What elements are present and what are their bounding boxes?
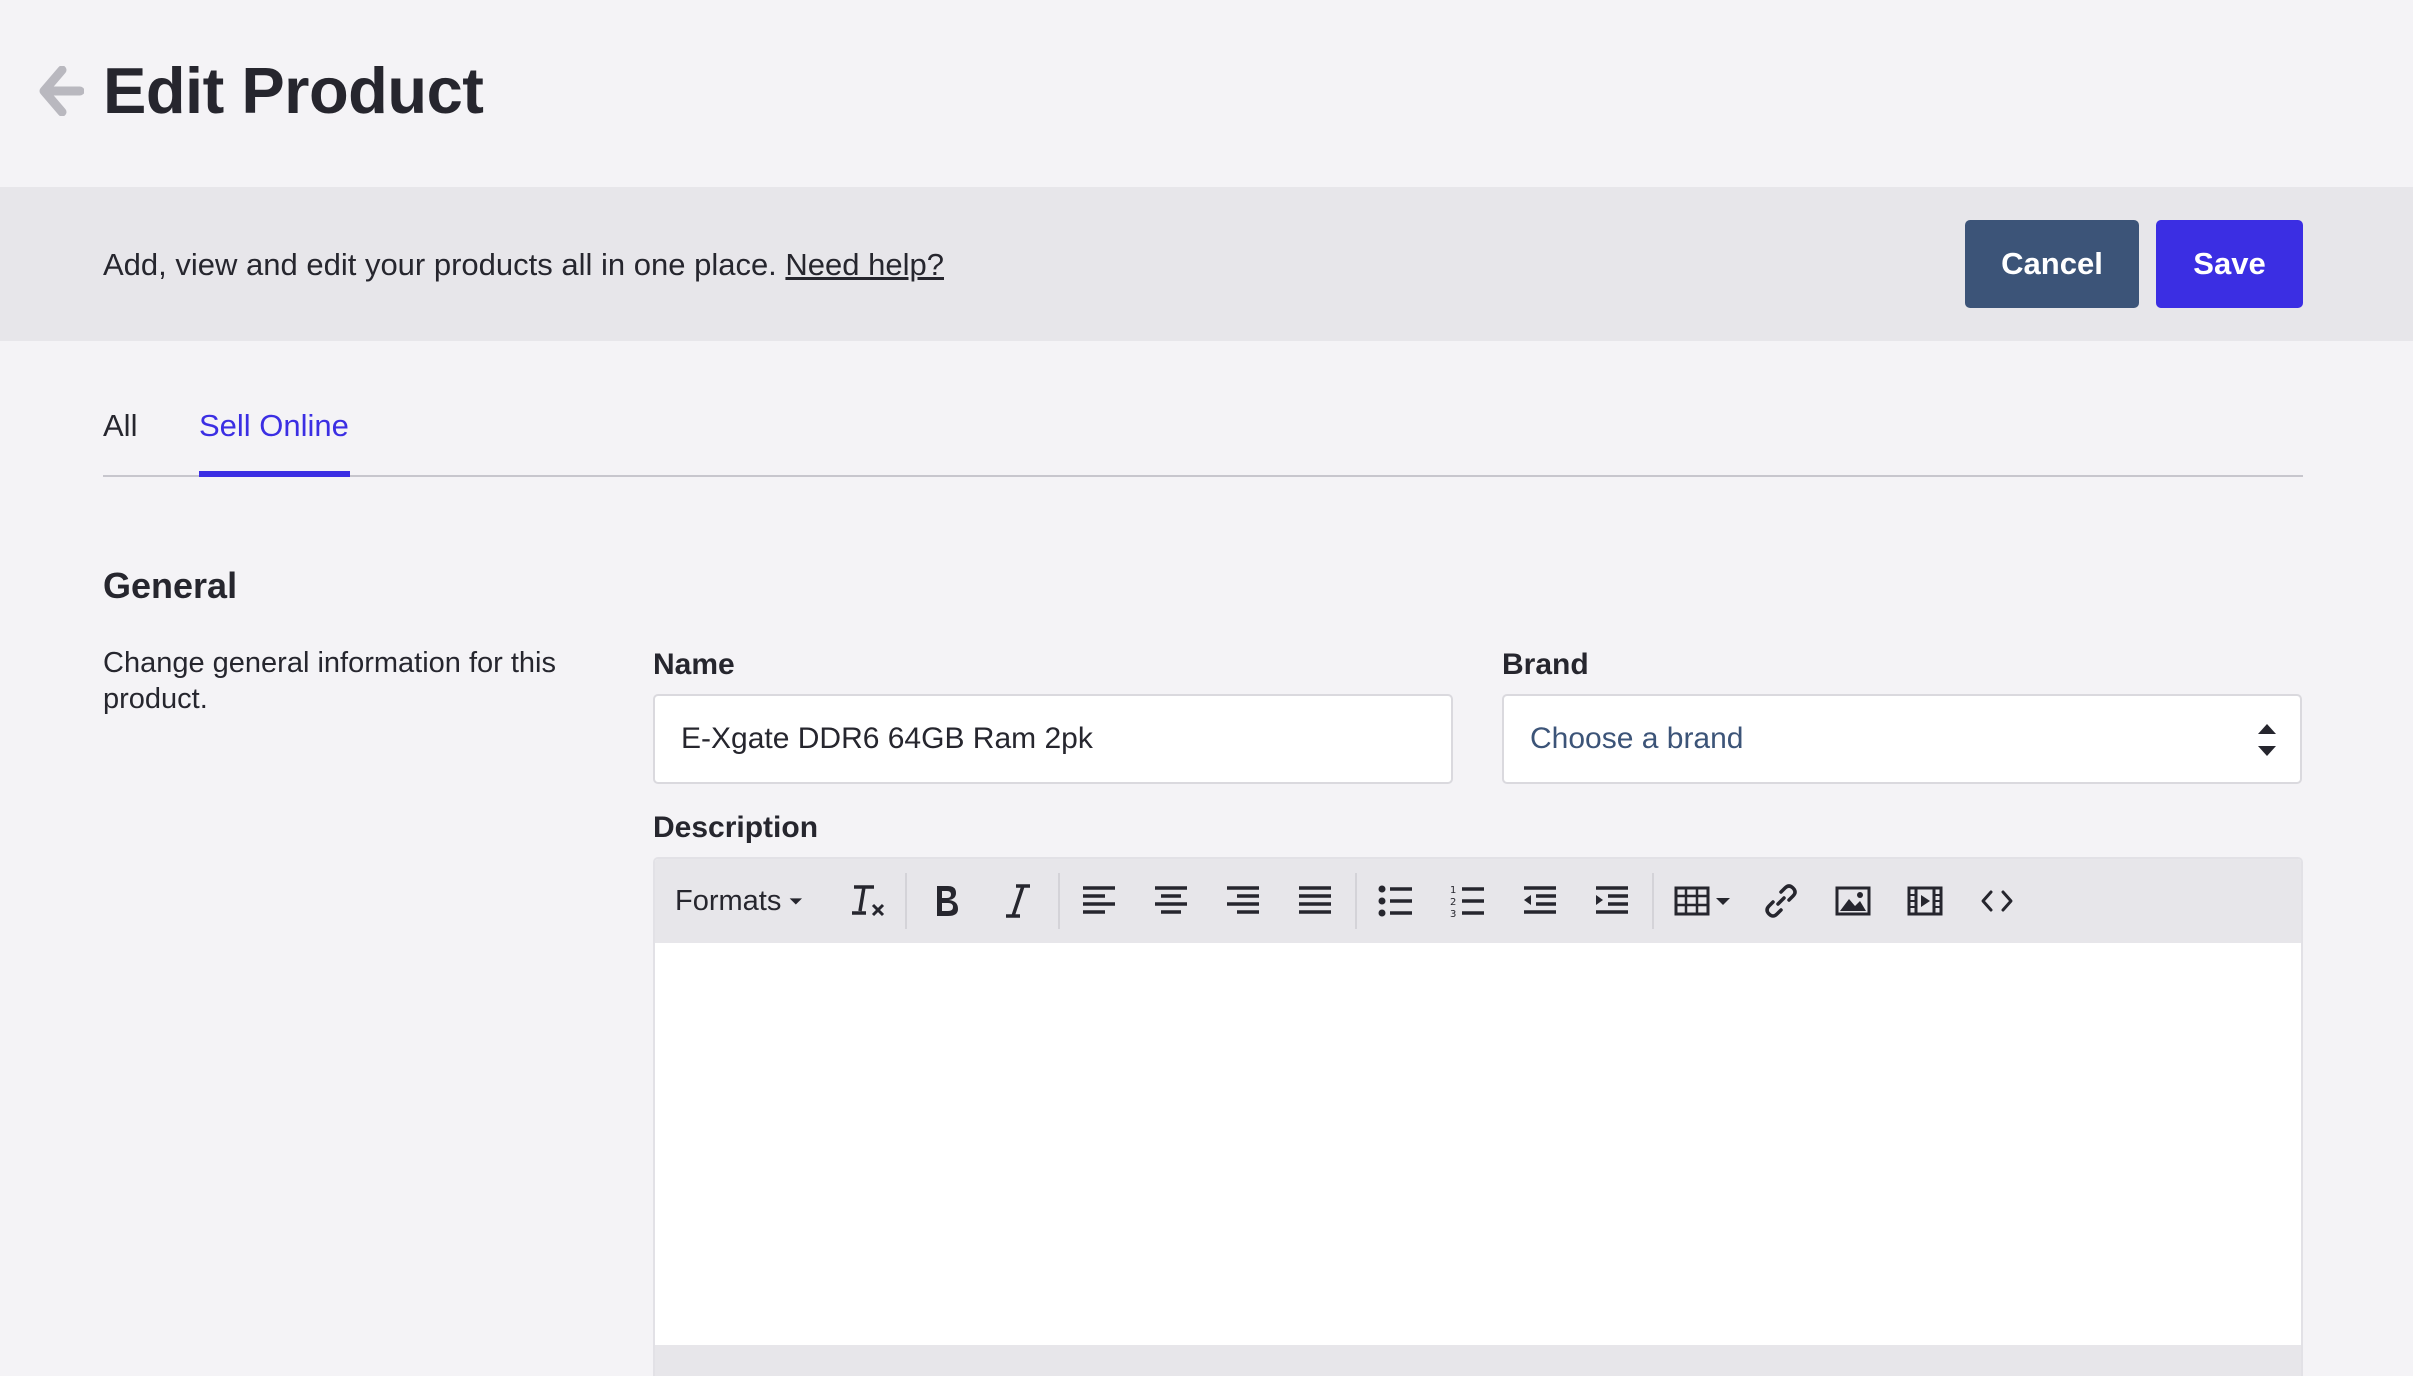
section-description: Change general information for this prod…	[103, 647, 556, 715]
bold-icon	[937, 886, 958, 916]
media-button[interactable]	[1897, 871, 1953, 931]
align-left-button[interactable]	[1071, 871, 1127, 931]
image-button[interactable]	[1825, 871, 1881, 931]
italic-icon	[1006, 884, 1030, 918]
align-left-icon	[1083, 886, 1115, 914]
toolbar-separator	[1355, 873, 1357, 929]
align-right-button[interactable]	[1215, 871, 1271, 931]
save-button[interactable]: Save	[2156, 220, 2303, 308]
editor-content-area[interactable]	[655, 943, 2301, 1345]
description-editor: Formats 1 2 3	[653, 857, 2303, 1376]
numbered-list-icon: 1 2 3	[1450, 885, 1484, 919]
brand-label: Brand	[1502, 648, 1589, 681]
name-label: Name	[653, 648, 735, 681]
toolbar-separator	[905, 873, 907, 929]
source-code-button[interactable]	[1969, 871, 2025, 931]
outdent-icon	[1524, 886, 1556, 914]
image-icon	[1835, 886, 1871, 916]
outdent-button[interactable]	[1512, 871, 1568, 931]
back-button[interactable]	[34, 60, 88, 122]
tab-all[interactable]: All	[103, 400, 137, 477]
section-title-general: General	[103, 565, 238, 606]
formats-label: Formats	[675, 884, 782, 917]
formats-dropdown[interactable]: Formats	[675, 871, 805, 931]
indent-button[interactable]	[1584, 871, 1640, 931]
cancel-button[interactable]: Cancel	[1965, 220, 2139, 308]
brand-select[interactable]: Choose a brand	[1502, 694, 2302, 784]
italic-button[interactable]	[990, 871, 1046, 931]
caret-down-icon	[789, 898, 803, 905]
numbered-list-button[interactable]: 1 2 3	[1440, 871, 1496, 931]
table-icon	[1674, 886, 1710, 916]
editor-statusbar	[655, 1345, 2301, 1376]
align-right-icon	[1227, 886, 1259, 914]
align-center-button[interactable]	[1143, 871, 1199, 931]
need-help-link[interactable]: Need help?	[785, 247, 944, 282]
source-code-icon	[1981, 890, 2013, 912]
caret-down-icon	[1716, 898, 1730, 905]
bullet-list-button[interactable]	[1368, 871, 1424, 931]
tab-sell-online[interactable]: Sell Online	[199, 400, 350, 477]
page-title: Edit Product	[103, 54, 484, 127]
toolbar-separator	[1652, 873, 1654, 929]
media-icon	[1907, 886, 1943, 916]
brand-select-placeholder: Choose a brand	[1530, 722, 1744, 755]
editor-toolbar: Formats 1 2 3	[655, 859, 2301, 943]
description-label: Description	[653, 811, 819, 844]
svg-text:2: 2	[1450, 897, 1456, 908]
link-icon	[1765, 884, 1797, 918]
indent-icon	[1596, 886, 1628, 914]
info-description: Add, view and edit your products all in …	[103, 247, 777, 282]
name-input[interactable]	[653, 694, 1453, 784]
bold-button[interactable]	[918, 871, 974, 931]
toolbar-separator	[1058, 873, 1060, 929]
align-justify-button[interactable]	[1287, 871, 1343, 931]
align-justify-icon	[1299, 886, 1331, 914]
page-header: Edit Product	[0, 0, 2413, 187]
tab-bar: All Sell Online	[103, 400, 2303, 477]
clear-formatting-icon	[852, 885, 885, 917]
info-text: Add, view and edit your products all in …	[103, 245, 944, 285]
clear-formatting-button[interactable]	[842, 871, 894, 931]
svg-text:1: 1	[1450, 885, 1456, 896]
link-button[interactable]	[1753, 871, 1809, 931]
bullet-list-icon	[1378, 885, 1412, 917]
align-center-icon	[1155, 886, 1187, 914]
select-arrows-icon	[2258, 724, 2276, 756]
table-button[interactable]	[1665, 871, 1741, 931]
svg-text:3: 3	[1450, 909, 1456, 919]
arrow-left-icon	[39, 66, 84, 116]
